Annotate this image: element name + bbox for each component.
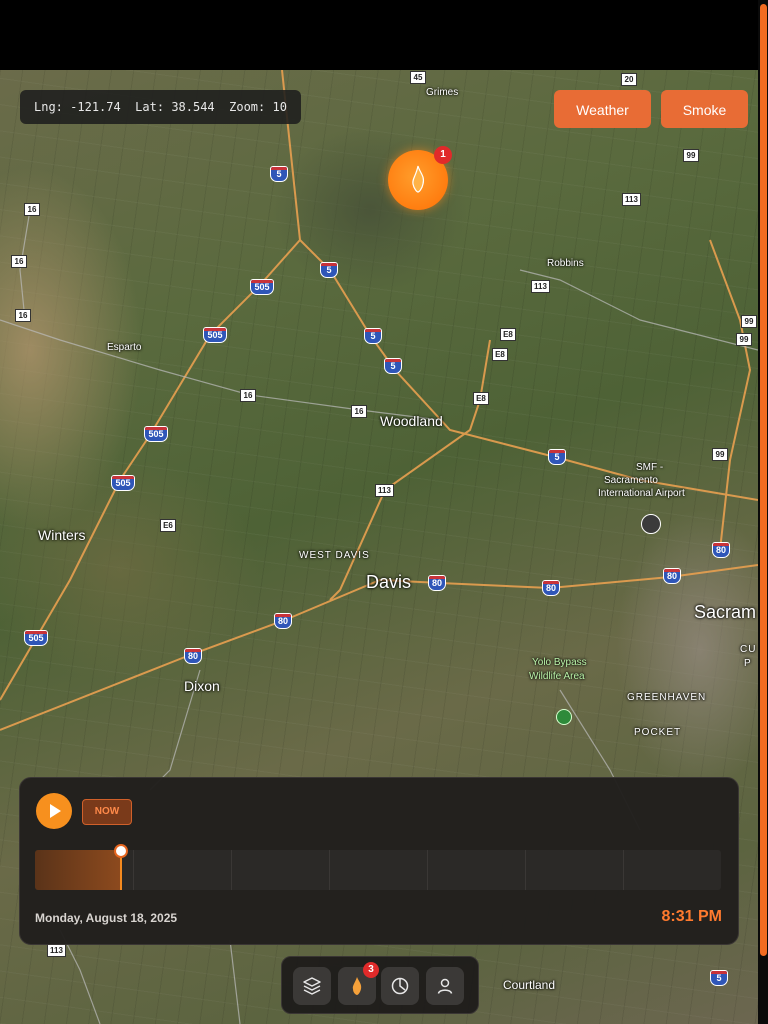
route-113-marker: 113 bbox=[622, 193, 641, 206]
interstate-505-shield: 505 bbox=[203, 327, 227, 343]
route-99-marker: 99 bbox=[736, 333, 752, 346]
timeline-segment-divider bbox=[427, 850, 428, 890]
fires-count-badge: 3 bbox=[363, 962, 379, 978]
place-smf: SMF - bbox=[636, 462, 664, 473]
place-wildlife-area: Wildlife Area bbox=[529, 671, 585, 682]
timeline-date: Monday, August 18, 2025 bbox=[35, 911, 178, 925]
timeline-segment-divider bbox=[133, 850, 134, 890]
interstate-505-shield: 505 bbox=[250, 279, 274, 295]
wind-gauge-icon bbox=[391, 977, 409, 995]
timeline-time: 8:31 PM bbox=[661, 908, 722, 925]
coordinates-readout: Lng: -121.74 Lat: 38.544 Zoom: 10 bbox=[20, 90, 301, 124]
user-icon bbox=[437, 978, 453, 994]
route-16-marker: 16 bbox=[11, 255, 27, 268]
timeline-scrubber-handle[interactable] bbox=[114, 844, 128, 858]
route-e6-marker: E6 bbox=[160, 519, 176, 532]
page-scrollbar[interactable] bbox=[758, 0, 768, 1024]
timeline-segment-divider bbox=[329, 850, 330, 890]
interstate-80-shield: 80 bbox=[274, 613, 292, 629]
place-esparto: Esparto bbox=[107, 342, 142, 353]
bottom-navigation: 3 bbox=[281, 956, 479, 1014]
lng-value: -121.74 bbox=[70, 100, 121, 114]
scrollbar-thumb[interactable] bbox=[760, 4, 767, 956]
interstate-80-shield: 80 bbox=[663, 568, 681, 584]
lat-value: 38.544 bbox=[171, 100, 215, 114]
place-winters: Winters bbox=[38, 527, 86, 543]
place-grimes: Grimes bbox=[426, 87, 459, 98]
timeline-segment-divider bbox=[231, 850, 232, 890]
place-yolo-bypass: Yolo Bypass bbox=[532, 657, 587, 668]
place-dixon: Dixon bbox=[184, 678, 220, 694]
timeline-panel: NOW Monday, August 18, 2025 8:31 PM bbox=[19, 777, 739, 945]
zoom-value: 10 bbox=[272, 100, 287, 114]
route-16-marker: 16 bbox=[351, 405, 367, 418]
place-woodland: Woodland bbox=[380, 413, 443, 429]
fire-count-badge: 1 bbox=[434, 146, 452, 164]
interstate-80-shield: 80 bbox=[184, 648, 202, 664]
wind-button[interactable] bbox=[381, 967, 419, 1005]
now-button[interactable]: NOW bbox=[82, 799, 132, 825]
flame-icon bbox=[412, 165, 425, 193]
interstate-505-shield: 505 bbox=[111, 475, 135, 491]
play-button[interactable] bbox=[36, 793, 72, 829]
flame-icon bbox=[352, 977, 362, 995]
interstate-5-shield: 5 bbox=[320, 262, 338, 278]
route-16-marker: 16 bbox=[15, 309, 31, 322]
route-e8-marker: E8 bbox=[500, 328, 516, 341]
route-113-marker: 113 bbox=[531, 280, 550, 293]
place-courtland: Courtland bbox=[503, 978, 556, 992]
place-greenhaven: GREENHAVEN bbox=[627, 692, 707, 703]
place-west-davis: WEST DAVIS bbox=[299, 550, 370, 561]
timeline-progress-fill bbox=[35, 850, 121, 890]
smoke-button[interactable]: Smoke bbox=[661, 90, 748, 128]
route-113-marker: 113 bbox=[375, 484, 394, 497]
lat-label: Lat: bbox=[135, 100, 165, 114]
place-pocket: POCKET bbox=[634, 727, 682, 738]
interstate-5-shield: 5 bbox=[270, 166, 288, 182]
layers-button[interactable] bbox=[293, 967, 331, 1005]
route-99-marker: 99 bbox=[741, 315, 757, 328]
place-cu: CU bbox=[740, 644, 757, 655]
route-e8-marker: E8 bbox=[492, 348, 508, 361]
timeline-track[interactable] bbox=[35, 850, 721, 890]
route-45-marker: 45 bbox=[410, 71, 426, 84]
place-sacramento: Sacram bbox=[694, 602, 757, 622]
interstate-80-shield: 80 bbox=[428, 575, 446, 591]
timeline-segment-divider bbox=[525, 850, 526, 890]
interstate-5-shield: 5 bbox=[548, 449, 566, 465]
interstate-505-shield: 505 bbox=[144, 426, 168, 442]
interstate-80-shield: 80 bbox=[712, 542, 730, 558]
route-99-marker: 99 bbox=[712, 448, 728, 461]
timeline-segment-divider bbox=[623, 850, 624, 890]
interstate-5-shield: 5 bbox=[710, 970, 728, 986]
route-113-marker: 113 bbox=[47, 944, 66, 957]
profile-button[interactable] bbox=[426, 967, 464, 1005]
top-black-bar bbox=[0, 0, 768, 70]
place-sacramento-airport: Sacramento bbox=[604, 475, 658, 486]
lng-label: Lng: bbox=[34, 100, 63, 114]
route-16-marker: 16 bbox=[24, 203, 40, 216]
route-e8-marker: E8 bbox=[473, 392, 489, 405]
route-20-marker: 20 bbox=[621, 73, 637, 86]
interstate-5-shield: 5 bbox=[384, 358, 402, 374]
layers-icon bbox=[303, 977, 321, 995]
route-99-marker: 99 bbox=[683, 149, 699, 162]
interstate-80-shield: 80 bbox=[542, 580, 560, 596]
airport-icon bbox=[641, 514, 661, 534]
route-16-marker: 16 bbox=[240, 389, 256, 402]
zoom-label: Zoom: bbox=[229, 100, 266, 114]
place-davis: Davis bbox=[366, 572, 412, 592]
interstate-5-shield: 5 bbox=[364, 328, 382, 344]
place-international-airport: International Airport bbox=[598, 488, 685, 499]
weather-button[interactable]: Weather bbox=[554, 90, 651, 128]
place-robbins: Robbins bbox=[547, 258, 584, 269]
place-p: P bbox=[744, 658, 752, 669]
park-icon bbox=[556, 709, 572, 725]
interstate-505-shield: 505 bbox=[24, 630, 48, 646]
